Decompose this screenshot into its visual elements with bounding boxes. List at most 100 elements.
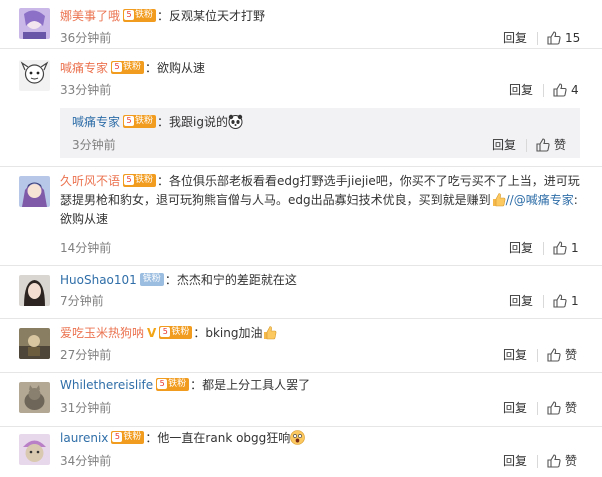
username[interactable]: 久听风不语 <box>60 174 120 188</box>
thumbs-up-emoji <box>491 192 506 207</box>
like-count: 1 <box>571 294 579 308</box>
comment-item: 娜美事了哦 5 铁粉 ：反观某位天才打野 36分钟前 回复 15 <box>0 0 602 49</box>
comment-text: 反观某位天才打野 <box>169 9 266 23</box>
like-button[interactable]: 1 <box>553 240 579 256</box>
avatar[interactable] <box>19 8 50 39</box>
username[interactable]: 爱吃玉米热狗呐 <box>60 326 144 340</box>
thumbs-up-icon <box>547 453 561 468</box>
shocked-face-emoji <box>290 430 306 445</box>
fan-badge[interactable]: 5 铁粉 <box>123 9 157 22</box>
like-label: 赞 <box>565 454 578 468</box>
timestamp: 36分钟前 <box>60 31 112 45</box>
timestamp: 34分钟前 <box>60 454 112 468</box>
comment-item: 爱吃玉米热狗呐 V 5 铁粉 ：bking加油 27分钟前 回复 赞 <box>0 319 602 373</box>
divider <box>537 32 538 45</box>
comment-line: HuoShao101 铁粉 ：杰杰和宁的差距就在这 <box>60 273 297 287</box>
comment-text: 都是上分工具人罢了 <box>202 378 311 392</box>
like-label: 赞 <box>565 401 578 415</box>
like-count: 4 <box>571 83 579 97</box>
divider <box>526 139 527 152</box>
divider <box>543 242 544 255</box>
divider <box>537 402 538 415</box>
fan-badge[interactable]: 5 铁粉 <box>156 378 190 391</box>
fan-badge[interactable]: 5 铁粉 <box>111 61 145 74</box>
timestamp: 27分钟前 <box>60 348 112 362</box>
fan-badge[interactable]: 5 铁粉 <box>123 174 157 187</box>
comment-item: laurenix 5 铁粉 ：他一直在rank obgg狂响 34分钟前 回复 赞 <box>0 427 602 477</box>
comment-line: 爱吃玉米热狗呐 V 5 铁粉 ：bking加油 <box>60 324 277 343</box>
comment-line: 娜美事了哦 5 铁粉 ：反观某位天才打野 <box>60 9 266 23</box>
divider <box>543 295 544 308</box>
comment-line: laurenix 5 铁粉 ：他一直在rank obgg狂响 <box>60 429 306 447</box>
like-button[interactable]: 赞 <box>547 347 577 363</box>
comment-item: Whilethereislife 5 铁粉 ：都是上分工具人罢了 31分钟前 回复 赞 <box>0 373 602 427</box>
username[interactable]: 喊痛专家 <box>72 115 120 129</box>
reply-button[interactable]: 回复 <box>503 30 527 46</box>
fan-badge[interactable]: 铁粉 <box>139 273 164 286</box>
reply-button[interactable]: 回复 <box>503 400 527 416</box>
thumbs-up-icon <box>553 240 567 255</box>
thumbs-up-icon <box>536 137 550 152</box>
timestamp: 7分钟前 <box>60 294 104 308</box>
comment-item: 久听风不语 5 铁粉 ：各位俱乐部老板看看edg打野选手jiejie吧，你买不了吃亏买… <box>0 167 602 266</box>
comment-line: Whilethereislife 5 铁粉 ：都是上分工具人罢了 <box>60 378 311 392</box>
divider <box>537 349 538 362</box>
timestamp: 14分钟前 <box>60 241 112 255</box>
divider <box>543 84 544 97</box>
username[interactable]: 喊痛专家 <box>60 61 108 75</box>
like-button[interactable]: 1 <box>553 293 579 309</box>
avatar[interactable] <box>19 60 50 91</box>
reply-button[interactable]: 回复 <box>509 82 533 98</box>
like-label: 赞 <box>565 348 578 362</box>
reply-button[interactable]: 回复 <box>503 347 527 363</box>
fan-badge[interactable]: 5 铁粉 <box>111 431 145 444</box>
fan-badge[interactable]: 5 铁粉 <box>123 115 157 128</box>
avatar[interactable] <box>19 176 50 207</box>
like-button[interactable]: 赞 <box>547 453 577 469</box>
thumbs-up-icon <box>547 347 561 362</box>
panda-emoji <box>228 114 243 129</box>
like-count: 1 <box>571 241 579 255</box>
mention-link[interactable]: //@喊痛专家 <box>506 193 574 207</box>
nested-reply: 喊痛专家 5 铁粉 ：我跟ig说的 3分钟前 回复 赞 <box>60 108 580 158</box>
reply-button[interactable]: 回复 <box>509 293 533 309</box>
thumbs-up-icon <box>547 30 561 45</box>
fan-badge[interactable]: 5 铁粉 <box>159 326 193 339</box>
like-button[interactable]: 4 <box>553 82 579 98</box>
like-button[interactable]: 赞 <box>547 400 577 416</box>
comment-item: HuoShao101 铁粉 ：杰杰和宁的差距就在这 7分钟前 回复 1 <box>0 266 602 319</box>
thumbs-up-icon <box>547 400 561 415</box>
username[interactable]: 娜美事了哦 <box>60 9 120 23</box>
like-label: 赞 <box>554 138 567 152</box>
timestamp: 31分钟前 <box>60 401 112 415</box>
reply-line: 喊痛专家 5 铁粉 ：我跟ig说的 <box>72 113 243 131</box>
username[interactable]: HuoShao101 <box>60 273 137 287</box>
v-verified-icon: V <box>147 325 157 340</box>
comment-text: bking加油 <box>205 326 263 340</box>
timestamp: 3分钟前 <box>72 138 116 152</box>
username[interactable]: laurenix <box>60 431 108 445</box>
reply-text: 我跟ig说的 <box>169 115 228 129</box>
thumbs-up-emoji <box>262 325 277 340</box>
comment-text: 他一直在rank obgg狂响 <box>157 431 291 445</box>
avatar[interactable] <box>19 434 50 465</box>
reply-button[interactable]: 回复 <box>509 240 533 256</box>
comment-text: 杰杰和宁的差距就在这 <box>176 273 297 287</box>
comment-text: 欲购从速 <box>157 61 206 75</box>
thumbs-up-icon <box>553 82 567 97</box>
reply-button[interactable]: 回复 <box>503 453 527 469</box>
comment-text-cont: 欲购从速 <box>60 212 109 226</box>
username[interactable]: Whilethereislife <box>60 378 153 392</box>
thumbs-up-icon <box>553 293 567 308</box>
like-button[interactable]: 赞 <box>536 137 566 153</box>
comment-body: 久听风不语 5 铁粉 ：各位俱乐部老板看看edg打野选手jiejie吧，你买不了吃亏买… <box>60 174 580 226</box>
comment-line: 喊痛专家 5 铁粉 ：欲购从速 <box>60 61 206 75</box>
like-button[interactable]: 15 <box>547 30 580 46</box>
divider <box>537 455 538 468</box>
like-count: 15 <box>565 31 581 45</box>
timestamp: 33分钟前 <box>60 83 112 97</box>
reply-button[interactable]: 回复 <box>492 137 516 153</box>
avatar[interactable] <box>19 382 50 413</box>
avatar[interactable] <box>19 275 50 306</box>
avatar[interactable] <box>19 328 50 359</box>
